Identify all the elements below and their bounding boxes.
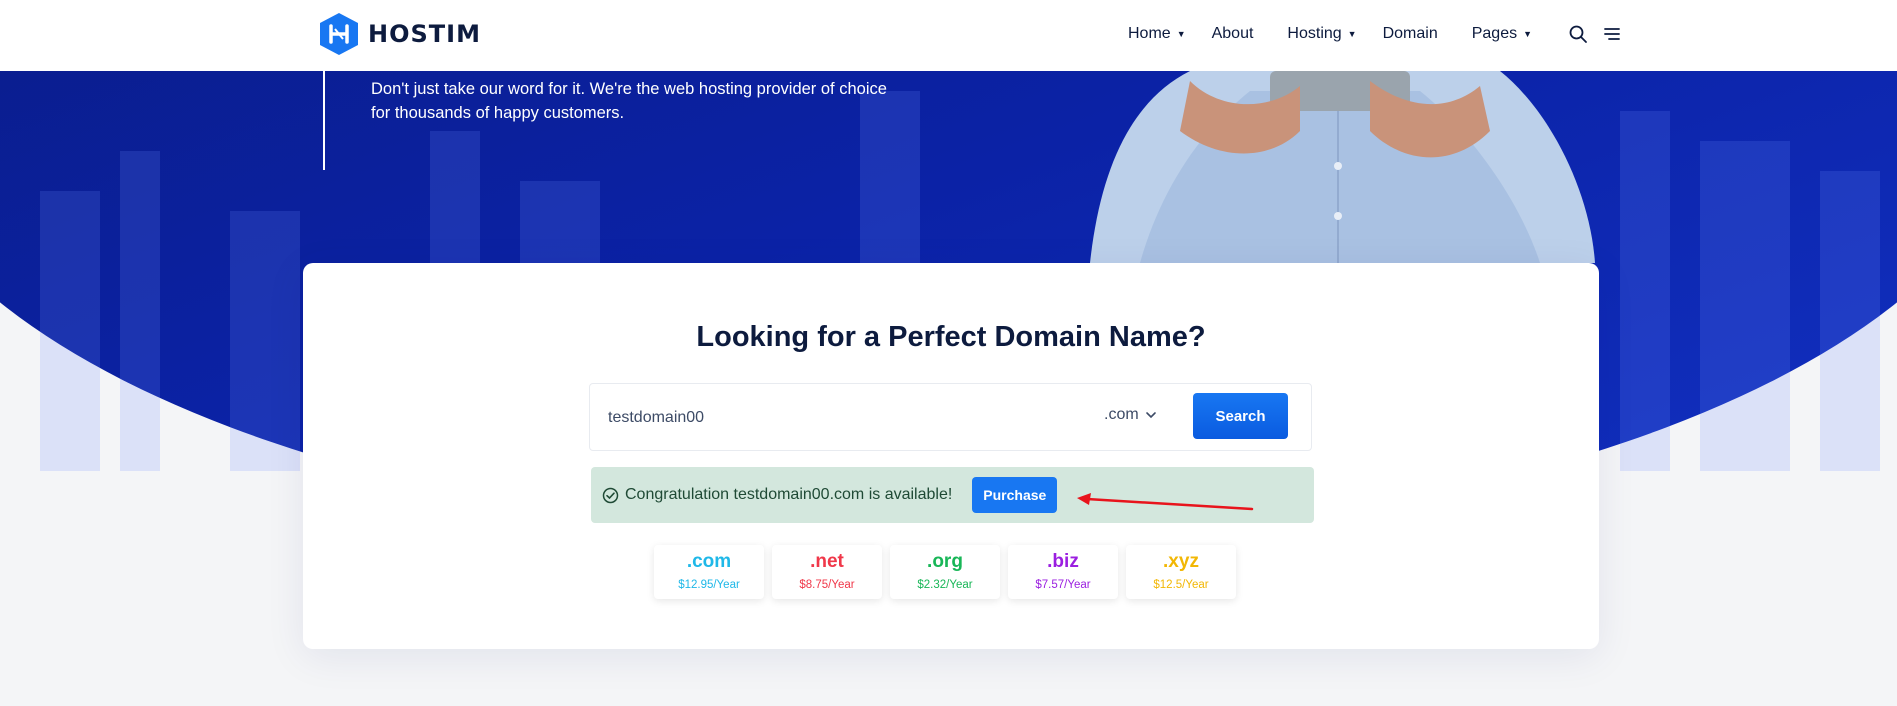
search-icon[interactable]: [1568, 24, 1588, 44]
nav-item-domain[interactable]: Domain: [1383, 25, 1438, 43]
caret-down-icon: ▼: [1523, 29, 1533, 39]
logo-icon: [320, 13, 358, 55]
domain-search-title: Looking for a Perfect Domain Name?: [696, 321, 1206, 353]
tld-price: $2.32/Year: [917, 579, 973, 591]
nav-item-label: Domain: [1382, 25, 1438, 42]
tld-price: $7.57/Year: [1035, 579, 1091, 591]
search-button[interactable]: Search: [1193, 393, 1288, 439]
nav-item-about[interactable]: About: [1212, 25, 1254, 43]
tld-name: .net: [810, 551, 844, 572]
nav-item-home[interactable]: Home ▼: [1128, 25, 1186, 43]
annotation-arrow-icon: [1077, 493, 1254, 511]
nav-item-label: Home: [1128, 25, 1171, 42]
tld-card-net[interactable]: .net $8.75/Year: [772, 545, 882, 599]
hero-person-image: [1090, 71, 1595, 263]
menu-icon[interactable]: [1602, 24, 1622, 44]
tld-name: .org: [927, 551, 963, 572]
check-circle-icon: [602, 487, 619, 503]
chevron-down-icon: [1145, 412, 1156, 419]
nav-item-label: Pages: [1471, 25, 1518, 42]
tld-select[interactable]: .com: [1104, 406, 1157, 424]
tld-price: $8.75/Year: [799, 579, 855, 591]
tld-card-biz[interactable]: .biz $7.57/Year: [1008, 545, 1118, 599]
tld-card-xyz[interactable]: .xyz $12.5/Year: [1126, 545, 1236, 599]
domain-search-form: .com Search: [589, 383, 1312, 451]
nav-item-hosting[interactable]: Hosting ▼: [1287, 25, 1356, 43]
main-nav: Home ▼ About Hosting ▼ Domain Pages ▼: [1128, 0, 1622, 68]
domain-search-card: Looking for a Perfect Domain Name? .com …: [303, 263, 1599, 649]
tld-card-com[interactable]: .com $12.95/Year: [654, 545, 764, 599]
tld-price: $12.5/Year: [1153, 579, 1209, 591]
nav-item-pages[interactable]: Pages ▼: [1472, 25, 1532, 43]
hero-quote-text: Don't just take our word for it. We're t…: [371, 80, 887, 122]
tld-select-value: .com: [1104, 406, 1139, 423]
tld-name: .com: [686, 551, 732, 572]
quote-divider: [323, 71, 325, 170]
purchase-button[interactable]: Purchase: [972, 477, 1058, 513]
availability-message: Congratulation testdomain00.com is avail…: [625, 486, 953, 503]
tld-card-org[interactable]: .org $2.32/Year: [890, 545, 1000, 599]
tld-price-list: .com $12.95/Year .net $8.75/Year .org $2…: [654, 545, 1244, 599]
logo[interactable]: HOSTIM: [318, 12, 481, 56]
nav-item-label: About: [1211, 25, 1254, 42]
brand-name: HOSTIM: [368, 20, 481, 48]
site-header: HOSTIM Home ▼ About Hosting ▼ Domain Pag…: [0, 0, 1897, 71]
nav-item-label: Hosting: [1287, 25, 1342, 42]
tld-price: $12.95/Year: [678, 579, 740, 591]
caret-down-icon: ▼: [1347, 29, 1357, 39]
tld-name: .biz: [1047, 551, 1079, 572]
domain-search-input[interactable]: [608, 400, 1078, 436]
tld-name: .xyz: [1163, 551, 1199, 572]
caret-down-icon: ▼: [1176, 29, 1186, 39]
